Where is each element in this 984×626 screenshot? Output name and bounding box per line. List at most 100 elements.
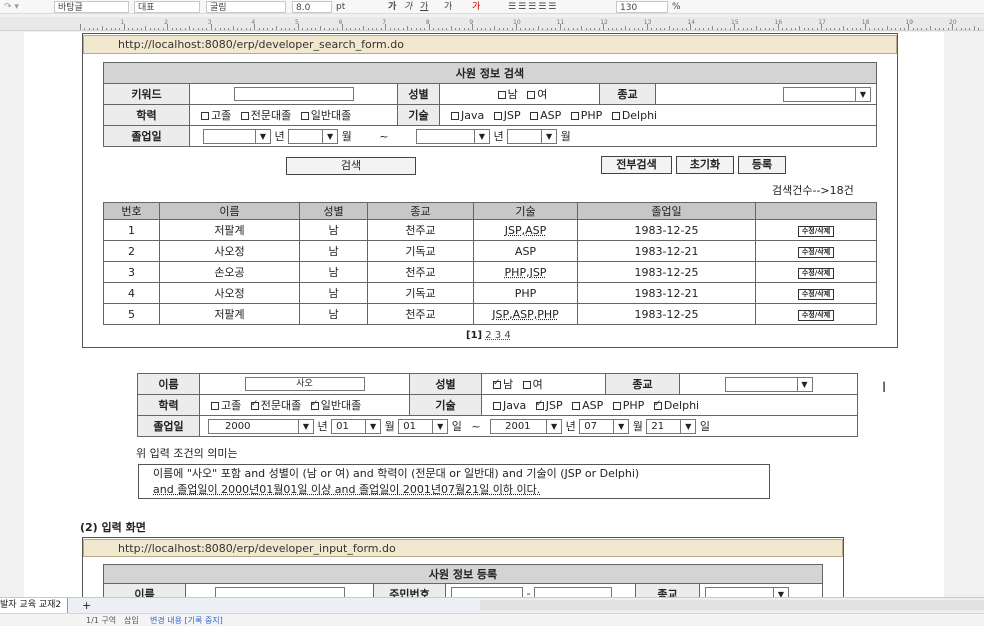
- ruler-tick: [459, 28, 461, 30]
- gender-female-checkbox[interactable]: [527, 91, 536, 99]
- religion-select[interactable]: ▼: [783, 86, 871, 102]
- ruler-tick: [524, 28, 526, 30]
- skill-java-checkbox[interactable]: [451, 111, 459, 120]
- ruler-tick: [507, 28, 509, 30]
- horizontal-scrollbar[interactable]: [480, 600, 984, 610]
- ex-year-from-select[interactable]: 2000 ▼: [208, 419, 314, 435]
- edit-delete-button[interactable]: 수정/삭제: [797, 268, 835, 279]
- font-color-button[interactable]: 가: [472, 1, 480, 13]
- ruler-tick: [681, 28, 683, 30]
- toolbar: ↷ ▾ 바탕글 대표 굴림 8.0 pt 가 가 가 가 가 ☰☰☰☰☰ 130…: [0, 0, 984, 14]
- cell-religion: 천주교: [367, 261, 474, 283]
- align-icons[interactable]: ☰☰☰☰☰: [508, 1, 558, 13]
- skill-php-checkbox[interactable]: [570, 111, 579, 120]
- zoom-input[interactable]: 130: [616, 1, 668, 13]
- ex-gender-male-checkbox[interactable]: [493, 378, 501, 389]
- page-links[interactable]: 2 3 4: [485, 330, 510, 341]
- skill-asp-checkbox[interactable]: [530, 111, 539, 120]
- edu-university-checkbox[interactable]: [300, 112, 309, 120]
- ex-edu-university-checkbox[interactable]: [310, 399, 319, 410]
- ex-month-to-select[interactable]: 07 ▼: [579, 419, 630, 435]
- keyword-input[interactable]: [233, 87, 354, 101]
- input-url-bar: http://localhost:8080/erp/developer_inpu…: [83, 539, 843, 557]
- ruler-number: 18: [861, 19, 870, 26]
- ruler[interactable]: 1 2 3 4 5 6 7 8 9 10 11 12 13 14 15 16 17 18 19 20: [0, 17, 984, 31]
- ex-edu-college-checkbox[interactable]: [250, 399, 259, 410]
- ruler-tick: [699, 28, 701, 30]
- font-select[interactable]: 굴림: [206, 1, 286, 13]
- ex-day-to-select[interactable]: 21 ▼: [646, 419, 697, 435]
- ex-skill-java-checkbox[interactable]: [493, 401, 501, 410]
- edu-highschool-label: 고졸: [211, 109, 232, 122]
- register-button[interactable]: 등록: [738, 156, 786, 174]
- italic-button[interactable]: 가: [404, 1, 412, 13]
- search-url-bar: http://localhost:8080/erp/developer_sear…: [83, 35, 897, 54]
- add-tab-button[interactable]: +: [82, 599, 91, 612]
- ruler-tick: [581, 26, 583, 30]
- cell-grad: 1983-12-25: [577, 219, 756, 241]
- ex-name-input[interactable]: 사오: [244, 377, 365, 391]
- ruler-tick: [114, 28, 116, 30]
- font-size-value: 8.0: [296, 3, 311, 13]
- cell-skill: ASP: [473, 240, 578, 262]
- ruler-tick: [520, 28, 522, 30]
- edu-college-checkbox[interactable]: [240, 112, 249, 120]
- year-text: 년: [493, 129, 504, 143]
- ex-year-to-select[interactable]: 2001 ▼: [490, 419, 563, 435]
- cell-action: 수정/삭제: [755, 261, 877, 283]
- ruler-tick: [655, 28, 657, 30]
- page-current: [1]: [466, 330, 483, 341]
- ruler-tick: [921, 28, 923, 30]
- grad-month-to-select[interactable]: ▼: [507, 129, 558, 145]
- ruler-tick: [271, 28, 273, 30]
- ruler-number: 10: [513, 19, 521, 26]
- edu-highschool-checkbox[interactable]: [201, 112, 209, 120]
- reset-button[interactable]: 초기화: [676, 156, 734, 174]
- skill-java-label: Java: [461, 108, 485, 122]
- ruler-tick: [611, 28, 613, 30]
- ex-skill-asp-checkbox[interactable]: [572, 401, 581, 410]
- bold-button[interactable]: 가: [388, 1, 396, 13]
- ex-month-from-select[interactable]: 01 ▼: [331, 419, 382, 435]
- search-all-button[interactable]: 전부검색: [601, 156, 672, 174]
- ruler-tick: [529, 28, 531, 30]
- skill-delphi-checkbox[interactable]: [611, 111, 620, 120]
- document-tab[interactable]: 발자 교육 교재2: [0, 598, 69, 613]
- edu-university-label: 일반대졸: [310, 109, 352, 122]
- ruler-tick: [568, 28, 570, 30]
- skill-jsp-checkbox[interactable]: [493, 111, 502, 120]
- cell-gender: 남: [299, 282, 368, 304]
- ex-skill-jsp-checkbox[interactable]: [535, 399, 544, 410]
- underline-button[interactable]: 가: [420, 1, 428, 13]
- ruler-tick: [350, 28, 352, 30]
- edit-delete-button[interactable]: 수정/삭제: [797, 226, 835, 237]
- skill-asp-label: ASP: [540, 108, 562, 122]
- ruler-number: 1: [120, 19, 125, 26]
- result-count: 검색건수-->18건: [772, 184, 854, 197]
- col-header: [755, 202, 877, 220]
- ex-skill-php-label: PHP: [622, 398, 645, 412]
- edit-delete-button[interactable]: 수정/삭제: [797, 247, 835, 258]
- ex-skill-delphi-checkbox[interactable]: [653, 399, 662, 410]
- ex-skill-php-checkbox[interactable]: [612, 401, 621, 410]
- edit-delete-button[interactable]: 수정/삭제: [797, 289, 835, 300]
- edit-delete-button[interactable]: 수정/삭제: [797, 310, 835, 321]
- ex-day-from-select[interactable]: 01 ▼: [398, 419, 449, 435]
- status-insert: 삽입: [124, 616, 139, 625]
- ex-religion-select[interactable]: ▼: [724, 376, 813, 392]
- search-button[interactable]: 검색: [286, 157, 416, 175]
- font-size-input[interactable]: 8.0: [292, 1, 332, 13]
- meaning-box: 이름에 "사오" 포함 and 성별이 (남 or 여) and 학력이 (전문…: [138, 464, 770, 499]
- ex-gender-female-checkbox[interactable]: [522, 381, 531, 389]
- status-track-changes[interactable]: 변경 내용 [기록 중지]: [150, 615, 223, 626]
- ex-edu-highschool-checkbox[interactable]: [211, 402, 219, 410]
- gender-male-checkbox[interactable]: [497, 91, 506, 99]
- superscript-button[interactable]: 가: [444, 1, 452, 13]
- redo-icon[interactable]: ↷ ▾: [4, 1, 19, 13]
- grad-year-to-select[interactable]: ▼: [415, 129, 490, 145]
- paragraph-select[interactable]: 대표: [134, 1, 200, 13]
- style-select[interactable]: 바탕글: [54, 1, 129, 13]
- grad-year-from-select[interactable]: ▼: [203, 129, 271, 145]
- grad-month-from-select[interactable]: ▼: [288, 129, 339, 145]
- ruler-tick: [799, 26, 801, 30]
